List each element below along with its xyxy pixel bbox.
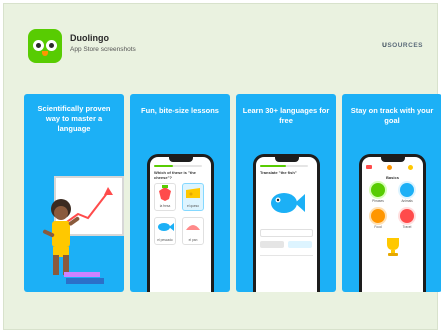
trophy-icon <box>387 238 399 256</box>
lesson-label: Food <box>374 225 382 229</box>
duolingo-owl-icon[interactable] <box>28 29 62 63</box>
phone-screen: Basics Phrases Animals Food Travel <box>362 157 423 292</box>
divider <box>260 255 313 256</box>
phone-mockup: Translate "the fish" <box>253 154 320 292</box>
translate-prompt: Translate "the fish" <box>260 170 297 175</box>
option-bread[interactable]: el pan <box>182 217 204 245</box>
card-caption: Learn 30+ languages for free <box>242 106 330 125</box>
progress-bar <box>260 165 308 167</box>
lesson-phrases-icon[interactable] <box>371 183 385 197</box>
card-caption: Scientifically proven way to master a la… <box>37 104 111 133</box>
lesson-label: Travel <box>402 225 412 229</box>
option-cheese[interactable]: el queso <box>182 183 204 211</box>
word-chip[interactable] <box>288 241 312 248</box>
option-fish[interactable]: el pescado <box>154 217 176 245</box>
phone-mockup: Which of these is "the cheese"? la fresa… <box>147 154 214 292</box>
owl-beak <box>42 51 48 56</box>
lesson-travel-icon[interactable] <box>400 209 414 223</box>
progress-bar <box>154 165 202 167</box>
lesson-food-icon[interactable] <box>371 209 385 223</box>
card-caption: Fun, bite-size lessons <box>141 106 219 115</box>
cheese-icon <box>186 188 200 198</box>
phone-mockup: Basics Phrases Animals Food Travel <box>359 154 426 292</box>
strawberry-icon <box>159 185 171 201</box>
owl-right-eye <box>46 40 57 51</box>
option-strawberry[interactable]: la fresa <box>154 183 176 211</box>
phone-screen: Which of these is "the cheese"? la fresa… <box>150 157 211 292</box>
lesson-label: Phrases <box>372 199 384 203</box>
screenshot-card-4[interactable]: Stay on track with your goal Basics Phra… <box>342 94 441 292</box>
answer-input[interactable] <box>260 229 313 237</box>
fish-icon <box>158 223 174 231</box>
streak-icon <box>387 165 392 170</box>
girl-illustration-icon <box>42 199 80 275</box>
app-subtitle: App Store screenshots <box>70 46 136 53</box>
card-caption: Stay on track with your goal <box>350 106 434 125</box>
phone-screen: Translate "the fish" <box>256 157 317 292</box>
books-icon <box>64 272 104 284</box>
screenshot-card-3[interactable]: Learn 30+ languages for free Translate "… <box>236 94 336 292</box>
owl-left-eye <box>33 40 44 51</box>
lesson-label: Animals <box>401 199 413 203</box>
screenshot-frame: Duolingo App Store screenshots USOURCES … <box>3 3 441 330</box>
question-prompt: Which of these is "the cheese"? <box>154 170 196 180</box>
flag-icon <box>366 165 372 169</box>
screenshot-card-2[interactable]: Fun, bite-size lessons Which of these is… <box>130 94 230 292</box>
brand-logo: USOURCES <box>382 42 423 49</box>
fish-character-icon <box>271 193 305 213</box>
app-name[interactable]: Duolingo <box>70 33 109 43</box>
bread-icon <box>186 225 200 230</box>
lesson-animals-icon[interactable] <box>400 183 414 197</box>
screenshot-card-1[interactable]: Scientifically proven way to master a la… <box>24 94 124 292</box>
section-header: Basics <box>386 175 399 180</box>
crown-icon <box>408 165 413 170</box>
word-chip[interactable] <box>260 241 284 248</box>
